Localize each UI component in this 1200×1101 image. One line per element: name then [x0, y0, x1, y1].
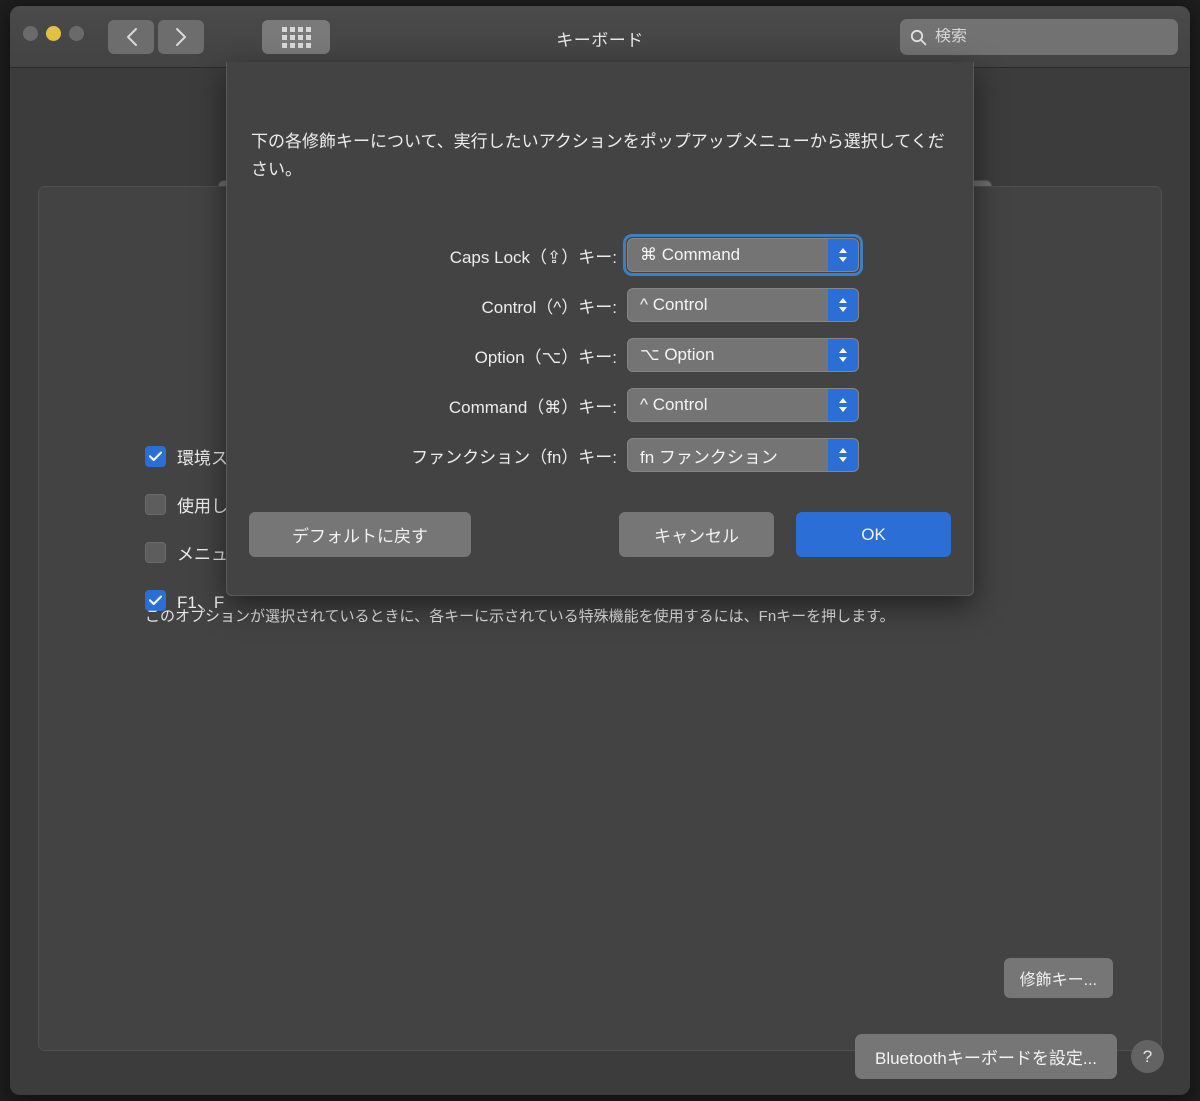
modifier-rows: Caps Lock（⇪）キー: ⌘ Command Control（^）キー:: [227, 230, 973, 480]
restore-defaults-button[interactable]: デフォルトに戻す: [249, 512, 471, 557]
control-popup-value: ^ Control: [628, 295, 828, 315]
search-icon: [910, 29, 927, 46]
modifier-row-function: ファンクション（fn）キー: fn ファンクション: [227, 430, 973, 480]
checkbox-input[interactable]: [145, 542, 166, 563]
option-popup-wrap: ⌥ Option: [627, 338, 859, 372]
capslock-popup-button[interactable]: ⌘ Command: [627, 238, 859, 272]
checkmark-icon: [149, 595, 162, 606]
search-input[interactable]: [935, 28, 1168, 46]
checkbox-label: メニュ: [177, 540, 228, 565]
capslock-popup-wrap: ⌘ Command: [627, 238, 859, 272]
sheet-description: 下の各修飾キーについて、実行したいアクションをポップアップメニューから選択してく…: [251, 128, 951, 183]
modifier-keys-sheet: 下の各修飾キーについて、実行したいアクションをポップアップメニューから選択してく…: [226, 62, 974, 596]
modifier-label: ファンクション（fn）キー:: [237, 443, 627, 468]
close-button[interactable]: [23, 26, 38, 41]
chevron-updown-icon[interactable]: [828, 239, 858, 271]
chevron-updown-icon[interactable]: [828, 389, 858, 421]
chevron-updown-icon[interactable]: [828, 289, 858, 321]
command-popup-value: ^ Control: [628, 395, 828, 415]
options-checkbox-list: 環境ス 使用し メニュ F1、F: [145, 432, 228, 624]
window-body: 環境ス 使用し メニュ F1、F このオプションが選択されているときに、: [10, 68, 1190, 1095]
checkbox-input[interactable]: [145, 494, 166, 515]
sheet-primary-buttons: キャンセル OK: [619, 512, 951, 557]
option-popup-value: ⌥ Option: [628, 345, 828, 365]
modifier-keys-button[interactable]: 修飾キー...: [1004, 958, 1113, 998]
command-popup-button[interactable]: ^ Control: [627, 388, 859, 422]
checkbox-row[interactable]: 使用し: [145, 480, 228, 528]
control-popup-button[interactable]: ^ Control: [627, 288, 859, 322]
function-popup-wrap: fn ファンクション: [627, 438, 859, 472]
setup-bluetooth-keyboard-button[interactable]: Bluetoothキーボードを設定...: [855, 1034, 1117, 1079]
checkbox-label: 使用し: [177, 492, 228, 517]
ok-button[interactable]: OK: [796, 512, 951, 557]
modifier-label: Control（^）キー:: [237, 293, 627, 318]
forward-button[interactable]: [158, 20, 204, 54]
nav-buttons: [108, 20, 204, 54]
maximize-button[interactable]: [69, 26, 84, 41]
option-popup-button[interactable]: ⌥ Option: [627, 338, 859, 372]
checkbox-row[interactable]: メニュ: [145, 528, 228, 576]
checkbox-label: 環境ス: [177, 444, 228, 469]
function-popup-value: fn ファンクション: [628, 443, 828, 468]
traffic-lights: [23, 26, 84, 41]
checkbox-row[interactable]: 環境ス: [145, 432, 228, 480]
chevron-updown-icon[interactable]: [828, 439, 858, 471]
modifier-row-option: Option（⌥）キー: ⌥ Option: [227, 330, 973, 380]
sheet-button-bar: デフォルトに戻す キャンセル OK: [227, 512, 973, 557]
help-button[interactable]: ?: [1131, 1040, 1164, 1073]
checkbox-input[interactable]: [145, 446, 166, 467]
chevron-right-icon: [175, 27, 188, 47]
minimize-button[interactable]: [46, 26, 61, 41]
checkmark-icon: [149, 451, 162, 462]
fn-helper-text: このオプションが選択されているときに、各キーに示されている特殊機能を使用するには…: [145, 605, 895, 626]
window-toolbar: キーボード: [10, 6, 1190, 68]
modifier-row-capslock: Caps Lock（⇪）キー: ⌘ Command: [227, 230, 973, 280]
command-popup-wrap: ^ Control: [627, 388, 859, 422]
grid-dots-icon: [282, 27, 311, 48]
search-field[interactable]: [900, 19, 1178, 55]
window-footer: Bluetoothキーボードを設定... ?: [10, 1034, 1190, 1079]
function-popup-button[interactable]: fn ファンクション: [627, 438, 859, 472]
modifier-label: Command（⌘）キー:: [237, 393, 627, 418]
chevron-left-icon: [125, 27, 138, 47]
capslock-popup-value: ⌘ Command: [628, 245, 828, 265]
control-popup-wrap: ^ Control: [627, 288, 859, 322]
chevron-updown-icon[interactable]: [828, 339, 858, 371]
cancel-button[interactable]: キャンセル: [619, 512, 774, 557]
modifier-row-command: Command（⌘）キー: ^ Control: [227, 380, 973, 430]
back-button[interactable]: [108, 20, 154, 54]
preferences-window: キーボード 環境ス: [10, 6, 1190, 1095]
show-all-button[interactable]: [262, 20, 330, 54]
modifier-row-control: Control（^）キー: ^ Control: [227, 280, 973, 330]
modifier-label: Option（⌥）キー:: [237, 343, 627, 368]
modifier-label: Caps Lock（⇪）キー:: [237, 243, 627, 268]
